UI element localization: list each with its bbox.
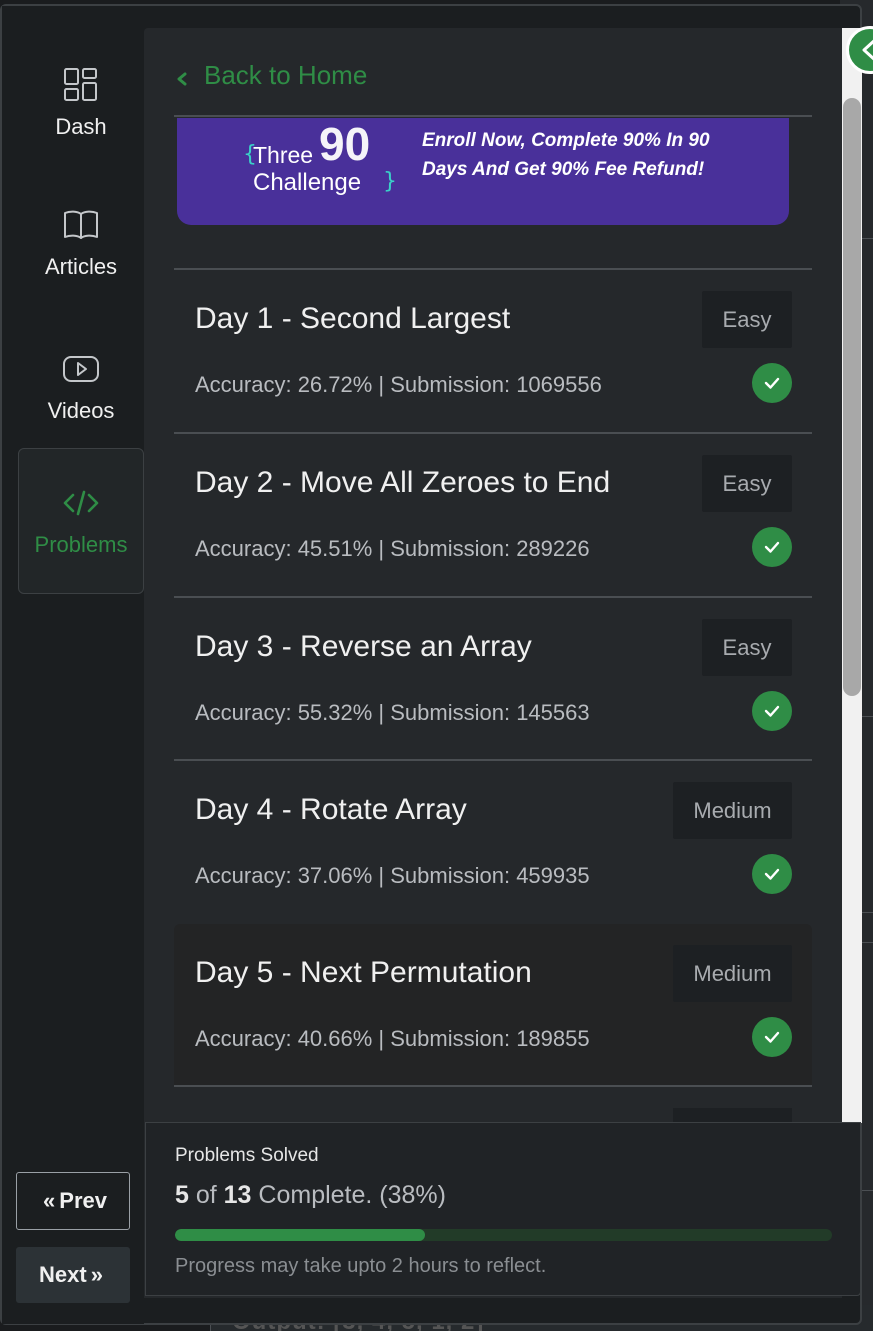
promo-banner[interactable]: { Three 90 Challenge } Enroll Now, Compl… [177, 118, 789, 225]
nav-item-dash[interactable]: Dash [18, 44, 144, 162]
banner-line-2: Days And Get 90% Fee Refund! [422, 159, 705, 180]
solved-check-icon [752, 691, 792, 731]
logo-number: 90 [319, 118, 370, 170]
problem-title: Day 2 - Move All Zeroes to End [195, 466, 611, 499]
background-divider [862, 716, 873, 717]
chevron-left-icon [177, 72, 187, 85]
back-label: Back to Home [204, 60, 368, 90]
logo-word-challenge: Challenge [253, 169, 361, 196]
progress-label: Problems Solved [175, 1145, 319, 1166]
problem-stats: Accuracy: 55.32% | Submission: 145563 [195, 700, 590, 725]
problem-title: Day 1 - Second Largest [195, 302, 511, 335]
problem-item[interactable]: Day 1 - Second Largest Accuracy: 26.72% … [174, 270, 812, 433]
logo-word-three: Three [253, 142, 313, 168]
of-text: of [188, 1181, 224, 1209]
difficulty-badge: Easy [702, 619, 792, 676]
nav-item-articles[interactable]: Articles [18, 184, 144, 302]
scrollbar-thumb[interactable] [843, 98, 861, 696]
progress-bar [175, 1229, 832, 1241]
screen: Output: [3, 4, 5, 1, 2] Dash Articles Vi… [0, 0, 873, 1331]
next-button[interactable]: Next » [16, 1247, 130, 1303]
double-chevron-right-icon: » [90, 1262, 103, 1287]
nav-label: Videos [47, 398, 115, 423]
dashboard-icon [64, 68, 97, 101]
prev-button[interactable]: « Prev [16, 1172, 130, 1230]
problem-stats: Accuracy: 40.66% | Submission: 189855 [195, 1026, 590, 1051]
difficulty-badge: Medium [673, 782, 792, 839]
prev-label: Prev [59, 1188, 107, 1213]
back-to-home-link[interactable]: Back to Home [174, 60, 367, 91]
svg-text:}: } [383, 169, 397, 194]
progress-bar-fill [175, 1229, 425, 1241]
nav-label: Problems [34, 532, 128, 557]
total-count: 13 [223, 1181, 252, 1209]
problems-panel: Back to Home { Three 90 Challenge } Enro… [144, 28, 842, 1298]
banner-line-1: Enroll Now, Complete 90% In 90 [422, 130, 710, 151]
problem-stats: Accuracy: 37.06% | Submission: 459935 [195, 863, 590, 888]
problem-stats: Accuracy: 45.51% | Submission: 289226 [195, 536, 590, 561]
three-90-challenge-logo: { Three 90 Challenge } [243, 118, 397, 196]
progress-suffix: Complete. (38%) [251, 1181, 446, 1209]
nav-label: Articles [44, 254, 118, 279]
progress-card: Problems Solved 5 of 13 Complete. (38%) … [145, 1122, 861, 1296]
background-divider [862, 238, 873, 239]
background-divider [862, 1190, 873, 1191]
problem-item[interactable]: Day 3 - Reverse an Array Accuracy: 55.32… [174, 598, 812, 761]
banner-text: Enroll Now, Complete 90% In 90 Days And … [422, 126, 710, 184]
problem-title: Day 3 - Reverse an Array [195, 630, 532, 663]
double-chevron-left-icon: « [43, 1188, 56, 1213]
difficulty-badge: Easy [702, 291, 792, 348]
solved-check-icon [752, 527, 792, 567]
solved-check-icon [752, 363, 792, 403]
progress-count: 5 of 13 Complete. (38%) [175, 1181, 446, 1210]
background-divider [862, 942, 873, 943]
video-icon [63, 356, 99, 382]
background-divider [862, 912, 873, 913]
difficulty-badge: Easy [702, 455, 792, 512]
book-icon [64, 210, 98, 239]
problem-title: Day 5 - Next Permutation [195, 956, 532, 989]
nav-label: Dash [55, 114, 107, 139]
progress-note: Progress may take upto 2 hours to reflec… [175, 1255, 547, 1277]
problem-stats: Accuracy: 26.72% | Submission: 1069556 [195, 372, 602, 397]
problem-title: Day 4 - Rotate Array [195, 793, 467, 826]
divider [174, 1085, 812, 1087]
chevron-left-icon [862, 39, 873, 61]
problem-item[interactable]: Day 5 - Next Permutation Accuracy: 40.66… [174, 924, 812, 1087]
divider [174, 115, 812, 117]
difficulty-badge: Medium [673, 945, 792, 1002]
problem-item[interactable]: Day 2 - Move All Zeroes to End Accuracy:… [174, 434, 812, 597]
nav-item-problems[interactable]: Problems [18, 448, 144, 594]
nav-item-videos[interactable]: Videos [18, 328, 144, 446]
problem-item[interactable]: Day 4 - Rotate Array Accuracy: 37.06% | … [174, 761, 812, 924]
code-icon [63, 490, 99, 516]
solved-count: 5 [175, 1181, 189, 1209]
next-label: Next [39, 1262, 87, 1287]
solved-check-icon [752, 854, 792, 894]
solved-check-icon [752, 1017, 792, 1057]
